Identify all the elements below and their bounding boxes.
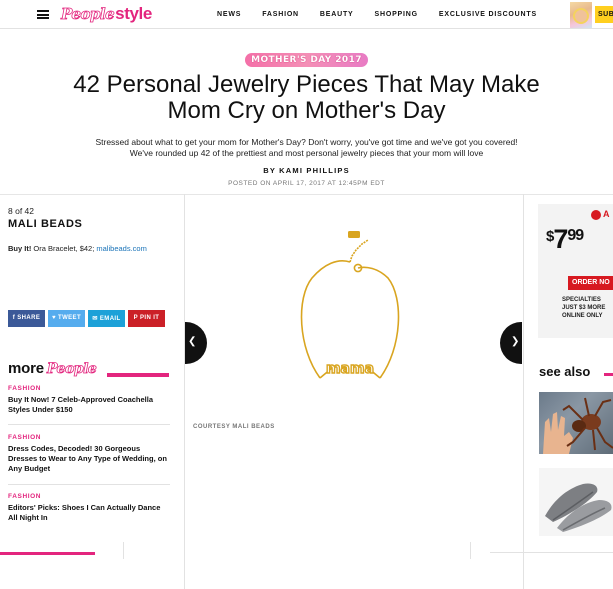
buy-it-caption: Buy It! Ora Bracelet, $42; malibeads.com: [8, 244, 147, 253]
story-title[interactable]: Editors' Picks: Shoes I Can Actually Dan…: [8, 503, 170, 523]
story-category: FASHION: [8, 434, 42, 441]
ad-price-cents: 99: [567, 227, 584, 244]
more-people-logo: People: [46, 361, 97, 378]
chevron-right-icon: ❯: [511, 336, 520, 347]
svg-text:mama: mama: [326, 361, 374, 377]
slide-title: MALI BEADS: [8, 218, 83, 230]
see-also-spider-image[interactable]: [539, 392, 613, 454]
mothers-day-badge-wrap: MOTHER'S DAY 2017: [0, 49, 613, 67]
see-also-shoes-image[interactable]: [539, 468, 613, 536]
divider: [123, 542, 124, 559]
ad-order-button[interactable]: ORDER NO: [568, 276, 613, 290]
pizza-ad[interactable]: A $799 ORDER NO SPECIALTIES JUST $3 MORE…: [538, 204, 613, 338]
people-style-logo[interactable]: People style: [61, 4, 153, 24]
story-title[interactable]: Dress Codes, Decoded! 30 Gorgeous Dresse…: [8, 444, 170, 474]
more-people-heading: more People: [8, 360, 97, 378]
nav-shopping[interactable]: SHOPPING: [375, 11, 418, 18]
ad-spec-line: SPECIALTIES: [562, 297, 601, 303]
email-share-button[interactable]: ✉ EMAIL: [88, 310, 125, 327]
facebook-share-button[interactable]: f SHARE: [8, 310, 45, 327]
main-nav: NEWS FASHION BEAUTY SHOPPING EXCLUSIVE D…: [217, 11, 558, 18]
clasp-tag: [348, 231, 360, 238]
menu-icon[interactable]: [37, 10, 49, 20]
nav-exclusive-discounts[interactable]: EXCLUSIVE DISCOUNTS: [439, 11, 537, 18]
story-category: FASHION: [8, 385, 42, 392]
twitter-tweet-button[interactable]: ♥ TWEET: [48, 310, 85, 327]
logo-style-text: style: [115, 4, 152, 23]
top-nav-bar: People style NEWS FASHION BEAUTY SHOPPIN…: [0, 0, 613, 29]
nav-beauty[interactable]: BEAUTY: [320, 11, 354, 18]
ad-brand: A: [603, 209, 610, 219]
divider: [470, 542, 471, 559]
bottom-accent-bar: [0, 552, 95, 555]
photo-credit: COURTESY MALI BEADS: [193, 424, 275, 430]
next-slide-button[interactable]: ❯: [500, 322, 522, 364]
story-divider: [8, 424, 170, 425]
dek-line-1: Stressed about what to get your mom for …: [95, 137, 518, 147]
nav-news[interactable]: NEWS: [217, 11, 241, 18]
ad-logo-icon: [591, 210, 601, 220]
ad-price-dollars: 7: [553, 224, 568, 254]
dek-line-2: We've rounded up 42 of the prettiest and…: [129, 148, 484, 158]
buy-it-text: Ora Bracelet, $42;: [31, 244, 97, 253]
headline-line-1: 42 Personal Jewelry Pieces That May Make: [73, 71, 540, 98]
ad-spec-line: ONLINE ONLY: [562, 313, 603, 319]
subscribe-button[interactable]: SUB: [595, 6, 613, 23]
headline-line-2: Mom Cry on Mother's Day: [167, 97, 446, 124]
posted-date: POSTED ON APRIL 17, 2017 AT 12:45PM EDT: [228, 180, 385, 187]
chevron-left-icon: ❮: [188, 336, 197, 347]
buy-it-label: Buy It!: [8, 244, 32, 253]
article-headline: 42 Personal Jewelry Pieces That May Make…: [0, 72, 613, 124]
nav-fashion[interactable]: FASHION: [262, 11, 299, 18]
slide-counter: 8 of 42: [8, 206, 34, 216]
story-title[interactable]: Buy It Now! 7 Celeb-Approved Coachella S…: [8, 395, 170, 415]
ad-price: $799: [546, 224, 584, 254]
related-story[interactable]: FASHION Dress Codes, Decoded! 30 Gorgeou…: [8, 434, 170, 474]
see-also-accent-bar: [604, 373, 613, 376]
prev-slide-button[interactable]: ❮: [185, 322, 207, 364]
related-story[interactable]: FASHION Editors' Picks: Shoes I Can Actu…: [8, 493, 170, 523]
logo-people-text: People: [61, 5, 115, 24]
bracelet-image: mama: [300, 231, 400, 379]
ad-specialties: SPECIALTIES JUST $3 MORE ONLINE ONLY: [562, 296, 605, 320]
magazine-cover-thumbnail[interactable]: [570, 2, 592, 28]
article-dek: Stressed about what to get your mom for …: [0, 137, 613, 159]
mama-pendant: mama: [319, 360, 381, 379]
story-category: FASHION: [8, 493, 42, 500]
byline: BY KAMI PHILLIPS: [263, 166, 350, 175]
more-word: more: [8, 360, 44, 377]
mothers-day-badge: MOTHER'S DAY 2017: [245, 53, 368, 67]
pinterest-pin-button[interactable]: P PIN IT: [128, 310, 165, 327]
see-also-heading: see also: [539, 364, 591, 379]
ad-spec-line: JUST $3 MORE: [562, 305, 606, 311]
more-accent-bar: [107, 373, 169, 377]
related-story[interactable]: FASHION Buy It Now! 7 Celeb-Approved Coa…: [8, 385, 170, 415]
story-divider: [8, 484, 170, 485]
divider: [490, 552, 613, 553]
share-buttons: f SHARE ♥ TWEET ✉ EMAIL P PIN IT: [8, 310, 168, 327]
retailer-link[interactable]: malibeads.com: [96, 244, 146, 253]
